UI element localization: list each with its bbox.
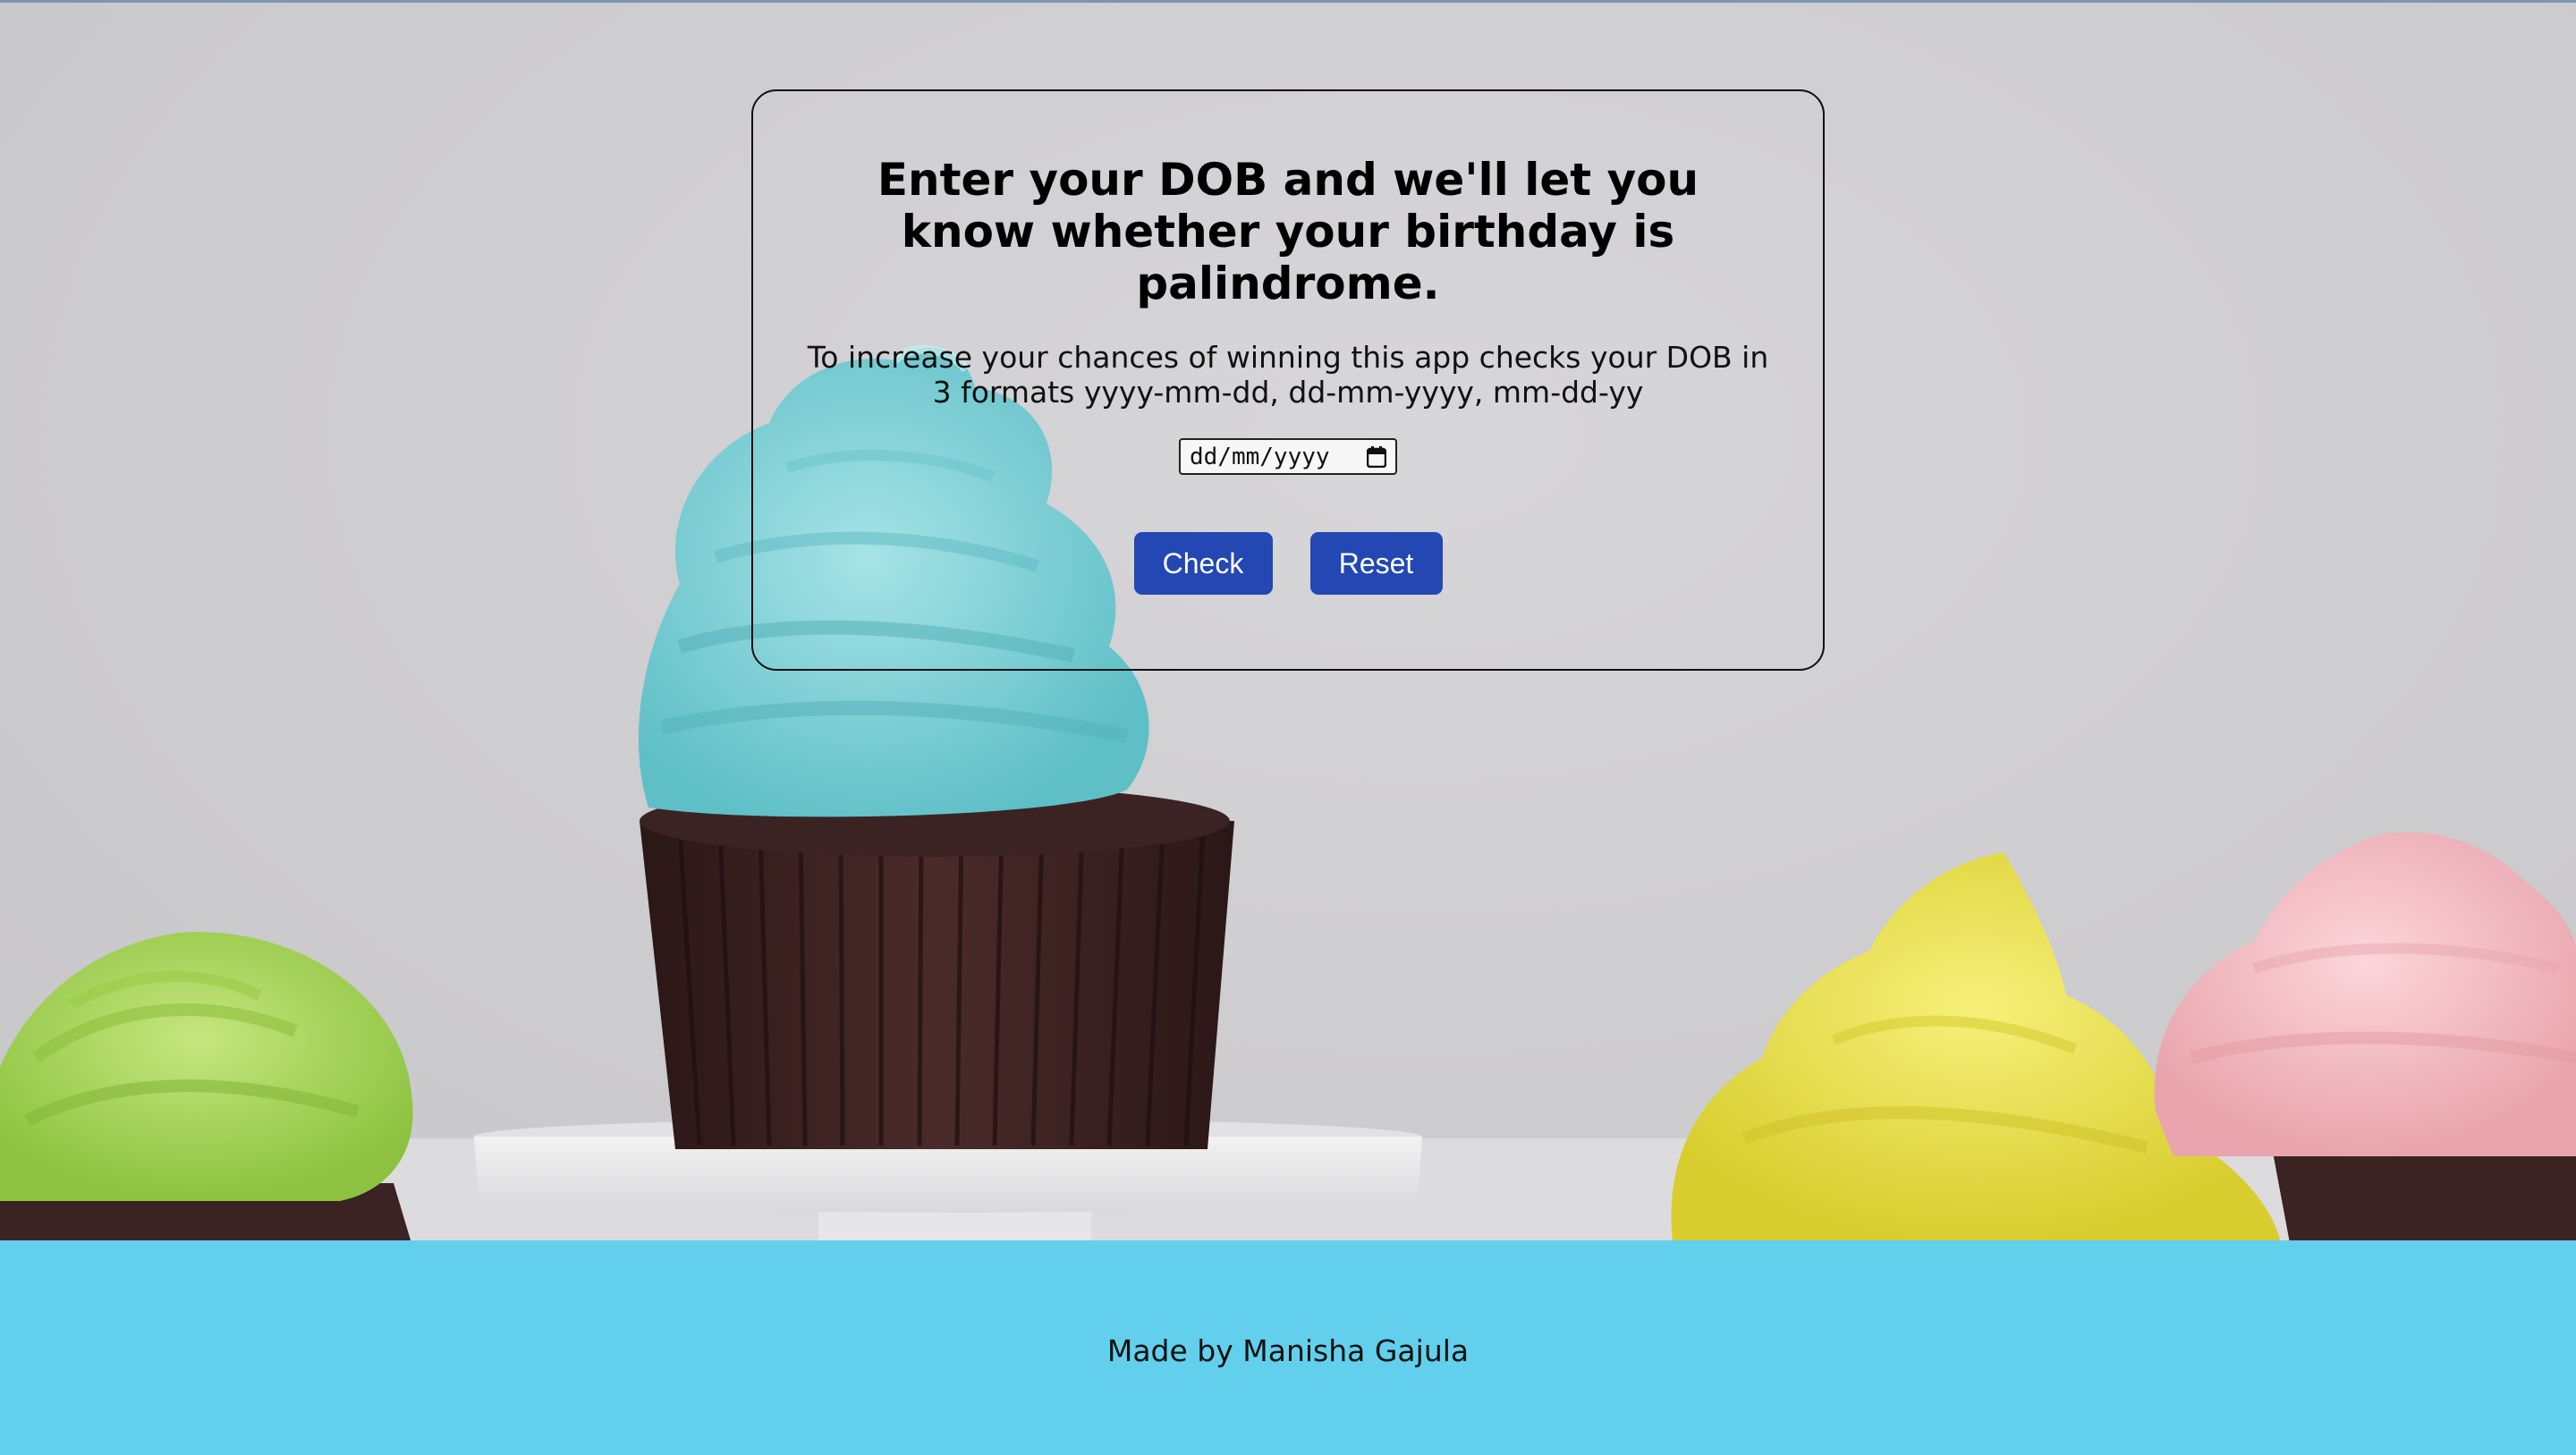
palindrome-card: Enter your DOB and we'll let you know wh… — [751, 89, 1825, 671]
dob-date-input[interactable]: dd/mm/yyyy — [1179, 438, 1397, 475]
footer-credit: Made by Manisha Gajula — [1106, 1332, 1470, 1368]
check-button[interactable]: Check — [1133, 532, 1273, 595]
footer: Made by Manisha Gajula — [0, 1240, 2576, 1455]
green-cupcake-image — [0, 932, 413, 1240]
reset-button[interactable]: Reset — [1309, 532, 1443, 595]
hero-background: Enter your DOB and we'll let you know wh… — [0, 0, 2576, 1240]
date-input-row: dd/mm/yyyy — [753, 410, 1823, 475]
calendar-icon[interactable] — [1366, 445, 1387, 468]
button-row: Check Reset — [753, 532, 1823, 595]
date-placeholder: dd/mm/yyyy — [1190, 443, 1330, 470]
description-text: To increase your chances of winning this… — [807, 340, 1769, 410]
page-heading: Enter your DOB and we'll let you know wh… — [877, 154, 1699, 309]
